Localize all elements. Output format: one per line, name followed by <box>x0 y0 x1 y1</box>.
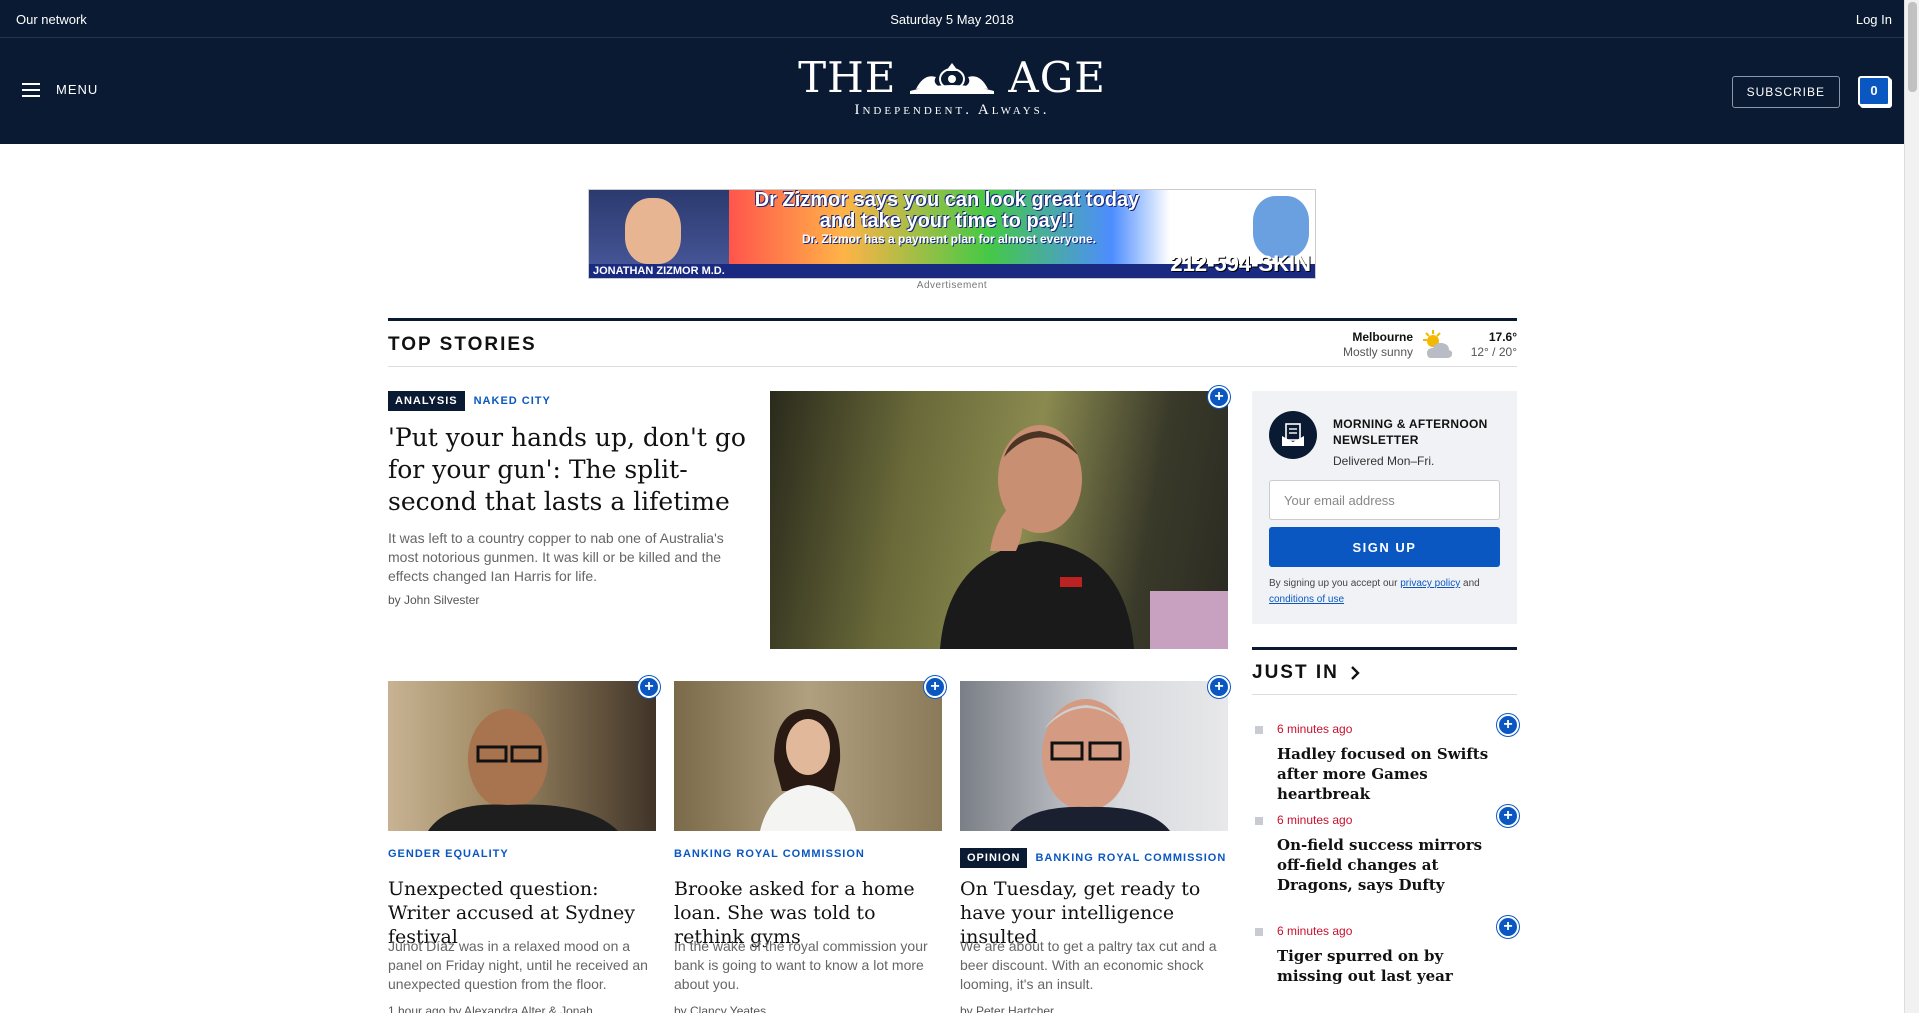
just-in-title[interactable]: JUST IN <box>1252 662 1361 684</box>
logo-word-age: AGE <box>1008 53 1106 102</box>
section-rule <box>388 318 1517 321</box>
saved-articles-count[interactable]: 0 <box>1858 76 1890 106</box>
weather-condition: Mostly sunny <box>1342 345 1413 359</box>
story-summary: In the wake of the royal commission your… <box>674 938 928 992</box>
login-link[interactable]: Log In <box>1856 12 1892 27</box>
story-photo <box>760 709 856 831</box>
advertisement-banner[interactable]: Dr Zizmor says you can look great today … <box>588 189 1316 279</box>
story-photo <box>428 709 618 831</box>
analysis-tag[interactable]: ANALYSIS <box>388 391 465 411</box>
lead-story-summary: It was left to a country copper to nab o… <box>388 530 724 584</box>
section-divider <box>388 366 1517 367</box>
privacy-policy-link[interactable]: privacy policy <box>1400 578 1460 589</box>
newsletter-icon <box>1269 411 1317 459</box>
ad-illustration <box>1253 196 1309 258</box>
lead-story-byline[interactable]: by John Silvester <box>388 593 479 607</box>
timestamp: 6 minutes ago <box>1277 722 1353 736</box>
story-byline[interactable]: 1 hour ago by Alexandra Alter & Jonah <box>388 1004 593 1013</box>
weather-range: 12° / 20° <box>1470 345 1517 359</box>
story-summary: Junot Díaz was in a relaxed mood on a pa… <box>388 938 648 992</box>
ad-doctor-name: JONATHAN ZIZMOR M.D. <box>593 265 725 277</box>
save-story-button[interactable]: + <box>1497 714 1519 736</box>
newsletter-legal: By signing up you accept our privacy pol… <box>1269 578 1480 605</box>
just-in-rule <box>1252 647 1517 650</box>
save-story-button[interactable]: + <box>1208 676 1230 698</box>
story-photo <box>1010 699 1170 831</box>
conditions-of-use-link[interactable]: conditions of use <box>1269 594 1344 605</box>
category-link[interactable]: BANKING ROYAL COMMISSION <box>1035 852 1226 864</box>
weather-temp: 17.6° <box>1488 330 1517 344</box>
chevron-right-icon <box>1351 666 1360 680</box>
lead-story-headline[interactable]: 'Put your hands up, don't go for your gu… <box>388 422 753 518</box>
just-in-headline[interactable]: Tiger spurred on by missing out last yea… <box>1277 946 1492 986</box>
newsletter-subtitle: Delivered Mon–Fri. <box>1333 454 1435 468</box>
current-date: Saturday 5 May 2018 <box>890 12 1014 27</box>
lead-story-tags: ANALYSIS NAKED CITY <box>388 391 551 411</box>
weather-widget[interactable]: Melbourne Mostly sunny 17.6° 12° / 20° <box>1327 328 1517 362</box>
story-summary: We are about to get a paltry tax cut and… <box>960 938 1217 992</box>
category-link[interactable]: NAKED CITY <box>474 395 551 407</box>
crest-icon <box>910 63 995 94</box>
save-lead-story-button[interactable]: + <box>1208 386 1230 408</box>
subscribe-button[interactable]: SUBSCRIBE <box>1731 76 1840 108</box>
section-title: TOP STORIES <box>388 334 537 355</box>
email-field[interactable] <box>1269 480 1500 520</box>
story-thumbnail[interactable] <box>960 681 1228 831</box>
ad-label: Advertisement <box>916 280 988 291</box>
newsletter-signup: MORNING & AFTERNOON NEWSLETTER Delivered… <box>1252 391 1517 624</box>
story-thumbnail[interactable] <box>674 681 942 831</box>
utility-bar: Our network Saturday 5 May 2018 Log In <box>0 0 1904 38</box>
just-in-divider <box>1252 694 1517 695</box>
category-link[interactable]: GENDER EQUALITY <box>388 848 509 860</box>
story-thumbnail[interactable] <box>388 681 656 831</box>
ad-subheadline: Dr. Zizmor has a payment plan for almost… <box>801 232 1097 246</box>
logo-tagline: Independent. Always. <box>854 102 1050 118</box>
timestamp: 6 minutes ago <box>1277 924 1353 938</box>
opinion-tag[interactable]: OPINION <box>960 848 1028 868</box>
weather-city: Melbourne <box>1352 330 1413 344</box>
story-byline[interactable]: by Peter Hartcher <box>960 1004 1054 1013</box>
newsletter-title: MORNING & AFTERNOON NEWSLETTER <box>1333 417 1488 447</box>
bullet-icon <box>1255 928 1263 936</box>
logo-word-the: THE <box>798 53 897 102</box>
save-story-button[interactable]: + <box>1497 805 1519 827</box>
ad-phone: 212-594-SKIN <box>1170 251 1311 276</box>
bullet-icon <box>1255 817 1263 825</box>
page-scrollbar[interactable] <box>1904 0 1919 1013</box>
masthead: MENU THE AGE Independent. Always. SUBSCR… <box>0 38 1904 144</box>
save-story-button[interactable]: + <box>924 676 946 698</box>
save-story-button[interactable]: + <box>1497 916 1519 938</box>
bullet-icon <box>1255 726 1263 734</box>
partly-sunny-icon <box>1423 330 1453 358</box>
save-story-button[interactable]: + <box>638 676 660 698</box>
site-logo[interactable]: THE AGE Independent. Always. <box>0 53 1904 119</box>
timestamp: 6 minutes ago <box>1277 813 1353 827</box>
sign-up-button[interactable]: SIGN UP <box>1269 527 1500 567</box>
category-link[interactable]: BANKING ROYAL COMMISSION <box>674 848 865 860</box>
scrollbar-thumb[interactable] <box>1908 2 1917 92</box>
ad-headline: Dr Zizmor says you can look great today … <box>754 189 1140 232</box>
just-in-headline[interactable]: On-field success mirrors off-field chang… <box>1277 835 1492 895</box>
lead-story-image[interactable] <box>770 391 1228 649</box>
lead-story-photo <box>940 425 1134 649</box>
just-in-headline[interactable]: Hadley focused on Swifts after more Game… <box>1277 744 1492 804</box>
story-byline[interactable]: by Clancy Yeates <box>674 1004 766 1013</box>
